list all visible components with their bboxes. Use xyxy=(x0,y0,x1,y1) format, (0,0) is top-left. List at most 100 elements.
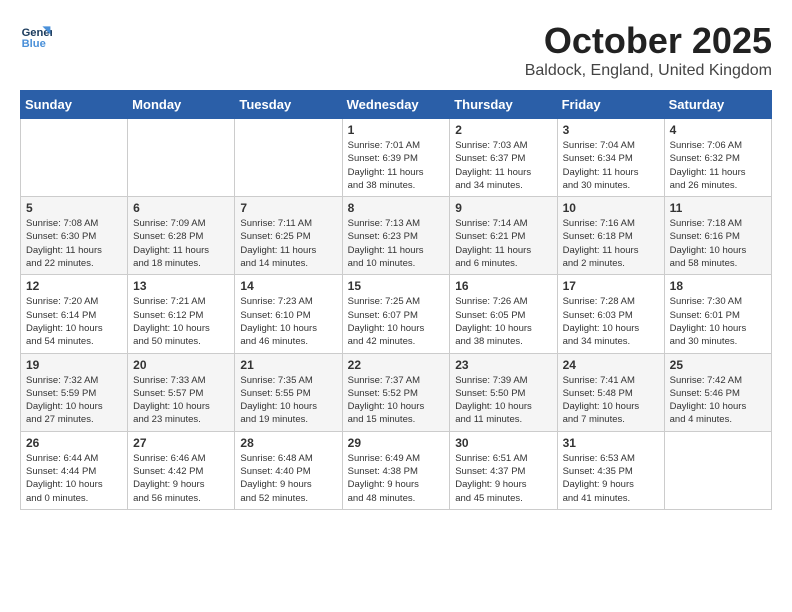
day-number: 2 xyxy=(455,123,551,137)
day-info: Sunrise: 7:25 AM Sunset: 6:07 PM Dayligh… xyxy=(348,295,445,348)
day-number: 12 xyxy=(26,279,122,293)
location-title: Baldock, England, United Kingdom xyxy=(525,62,772,80)
calendar-cell: 12 Sunrise: 7:20 AM Sunset: 6:14 PM Dayli… xyxy=(21,275,128,353)
weekday-header-friday: Friday xyxy=(557,91,664,119)
calendar-cell: 10 Sunrise: 7:16 AM Sunset: 6:18 PM Dayli… xyxy=(557,197,664,275)
day-number: 11 xyxy=(670,201,766,215)
calendar-cell: 6 Sunrise: 7:09 AM Sunset: 6:28 PM Daylig… xyxy=(128,197,235,275)
day-info: Sunrise: 7:32 AM Sunset: 5:59 PM Dayligh… xyxy=(26,374,122,427)
day-info: Sunrise: 7:18 AM Sunset: 6:16 PM Dayligh… xyxy=(670,217,766,270)
calendar-cell: 25 Sunrise: 7:42 AM Sunset: 5:46 PM Dayli… xyxy=(664,353,771,431)
calendar-cell: 24Sunrise: 7:41 AM Sunset: 5:48 PM Dayli… xyxy=(557,353,664,431)
weekday-header-sunday: Sunday xyxy=(21,91,128,119)
day-info: Sunrise: 7:03 AM Sunset: 6:37 PM Dayligh… xyxy=(455,139,551,192)
day-info: Sunrise: 7:08 AM Sunset: 6:30 PM Dayligh… xyxy=(26,217,122,270)
day-number: 18 xyxy=(670,279,766,293)
weekday-header-monday: Monday xyxy=(128,91,235,119)
day-number: 10 xyxy=(563,201,659,215)
day-number: 5 xyxy=(26,201,122,215)
calendar-cell: 17 Sunrise: 7:28 AM Sunset: 6:03 PM Dayli… xyxy=(557,275,664,353)
calendar-cell: 18Sunrise: 7:30 AM Sunset: 6:01 PM Dayli… xyxy=(664,275,771,353)
day-number: 3 xyxy=(563,123,659,137)
day-number: 19 xyxy=(26,358,122,372)
calendar-cell: 15 Sunrise: 7:25 AM Sunset: 6:07 PM Dayli… xyxy=(342,275,450,353)
logo-icon: General Blue xyxy=(20,20,52,52)
weekday-header-wednesday: Wednesday xyxy=(342,91,450,119)
day-info: Sunrise: 7:26 AM Sunset: 6:05 PM Dayligh… xyxy=(455,295,551,348)
week-row-2: 5 Sunrise: 7:08 AM Sunset: 6:30 PM Daylig… xyxy=(21,197,772,275)
calendar-cell xyxy=(21,119,128,197)
calendar-cell: 9 Sunrise: 7:14 AM Sunset: 6:21 PM Daylig… xyxy=(450,197,557,275)
day-info: Sunrise: 7:16 AM Sunset: 6:18 PM Dayligh… xyxy=(563,217,659,270)
day-number: 14 xyxy=(240,279,336,293)
day-number: 7 xyxy=(240,201,336,215)
day-info: Sunrise: 7:39 AM Sunset: 5:50 PM Dayligh… xyxy=(455,374,551,427)
day-info: Sunrise: 6:48 AM Sunset: 4:40 PM Dayligh… xyxy=(240,452,336,505)
calendar-cell: 16 Sunrise: 7:26 AM Sunset: 6:05 PM Dayli… xyxy=(450,275,557,353)
day-number: 16 xyxy=(455,279,551,293)
day-number: 30 xyxy=(455,436,551,450)
calendar-cell: 3Sunrise: 7:04 AM Sunset: 6:34 PM Daylig… xyxy=(557,119,664,197)
day-number: 4 xyxy=(670,123,766,137)
week-row-3: 12 Sunrise: 7:20 AM Sunset: 6:14 PM Dayli… xyxy=(21,275,772,353)
day-number: 13 xyxy=(133,279,229,293)
weekday-header-tuesday: Tuesday xyxy=(235,91,342,119)
day-info: Sunrise: 6:46 AM Sunset: 4:42 PM Dayligh… xyxy=(133,452,229,505)
calendar-cell xyxy=(235,119,342,197)
day-number: 8 xyxy=(348,201,445,215)
day-info: Sunrise: 7:21 AM Sunset: 6:12 PM Dayligh… xyxy=(133,295,229,348)
month-title: October 2025 xyxy=(525,20,772,62)
calendar-cell: 29Sunrise: 6:49 AM Sunset: 4:38 PM Dayli… xyxy=(342,431,450,509)
calendar: SundayMondayTuesdayWednesdayThursdayFrid… xyxy=(20,90,772,510)
calendar-cell: 30 Sunrise: 6:51 AM Sunset: 4:37 PM Dayli… xyxy=(450,431,557,509)
calendar-cell: 1Sunrise: 7:01 AM Sunset: 6:39 PM Daylig… xyxy=(342,119,450,197)
calendar-cell: 20Sunrise: 7:33 AM Sunset: 5:57 PM Dayli… xyxy=(128,353,235,431)
day-info: Sunrise: 7:11 AM Sunset: 6:25 PM Dayligh… xyxy=(240,217,336,270)
day-info: Sunrise: 7:06 AM Sunset: 6:32 PM Dayligh… xyxy=(670,139,766,192)
week-row-1: 1Sunrise: 7:01 AM Sunset: 6:39 PM Daylig… xyxy=(21,119,772,197)
calendar-cell: 8 Sunrise: 7:13 AM Sunset: 6:23 PM Daylig… xyxy=(342,197,450,275)
calendar-cell xyxy=(128,119,235,197)
day-number: 20 xyxy=(133,358,229,372)
day-number: 6 xyxy=(133,201,229,215)
calendar-cell: 27 Sunrise: 6:46 AM Sunset: 4:42 PM Dayli… xyxy=(128,431,235,509)
day-info: Sunrise: 7:14 AM Sunset: 6:21 PM Dayligh… xyxy=(455,217,551,270)
calendar-cell: 5 Sunrise: 7:08 AM Sunset: 6:30 PM Daylig… xyxy=(21,197,128,275)
week-row-4: 19 Sunrise: 7:32 AM Sunset: 5:59 PM Dayli… xyxy=(21,353,772,431)
day-number: 25 xyxy=(670,358,766,372)
day-number: 1 xyxy=(348,123,445,137)
logo: General Blue xyxy=(20,20,52,52)
day-number: 27 xyxy=(133,436,229,450)
calendar-cell: 23Sunrise: 7:39 AM Sunset: 5:50 PM Dayli… xyxy=(450,353,557,431)
day-info: Sunrise: 7:23 AM Sunset: 6:10 PM Dayligh… xyxy=(240,295,336,348)
calendar-cell: 2 Sunrise: 7:03 AM Sunset: 6:37 PM Daylig… xyxy=(450,119,557,197)
day-number: 9 xyxy=(455,201,551,215)
calendar-cell: 19 Sunrise: 7:32 AM Sunset: 5:59 PM Dayli… xyxy=(21,353,128,431)
week-row-5: 26Sunrise: 6:44 AM Sunset: 4:44 PM Dayli… xyxy=(21,431,772,509)
day-info: Sunrise: 7:09 AM Sunset: 6:28 PM Dayligh… xyxy=(133,217,229,270)
day-number: 28 xyxy=(240,436,336,450)
svg-text:Blue: Blue xyxy=(22,38,46,50)
day-info: Sunrise: 6:51 AM Sunset: 4:37 PM Dayligh… xyxy=(455,452,551,505)
day-number: 21 xyxy=(240,358,336,372)
day-info: Sunrise: 7:42 AM Sunset: 5:46 PM Dayligh… xyxy=(670,374,766,427)
calendar-cell: 4 Sunrise: 7:06 AM Sunset: 6:32 PM Daylig… xyxy=(664,119,771,197)
day-info: Sunrise: 7:37 AM Sunset: 5:52 PM Dayligh… xyxy=(348,374,445,427)
calendar-cell: 14 Sunrise: 7:23 AM Sunset: 6:10 PM Dayli… xyxy=(235,275,342,353)
title-area: October 2025 Baldock, England, United Ki… xyxy=(525,20,772,80)
weekday-header-row: SundayMondayTuesdayWednesdayThursdayFrid… xyxy=(21,91,772,119)
calendar-cell: 28 Sunrise: 6:48 AM Sunset: 4:40 PM Dayli… xyxy=(235,431,342,509)
calendar-cell: 26Sunrise: 6:44 AM Sunset: 4:44 PM Dayli… xyxy=(21,431,128,509)
calendar-cell: 11 Sunrise: 7:18 AM Sunset: 6:16 PM Dayli… xyxy=(664,197,771,275)
day-info: Sunrise: 7:41 AM Sunset: 5:48 PM Dayligh… xyxy=(563,374,659,427)
calendar-cell xyxy=(664,431,771,509)
day-info: Sunrise: 6:44 AM Sunset: 4:44 PM Dayligh… xyxy=(26,452,122,505)
day-info: Sunrise: 7:13 AM Sunset: 6:23 PM Dayligh… xyxy=(348,217,445,270)
day-info: Sunrise: 7:28 AM Sunset: 6:03 PM Dayligh… xyxy=(563,295,659,348)
day-info: Sunrise: 7:35 AM Sunset: 5:55 PM Dayligh… xyxy=(240,374,336,427)
day-number: 17 xyxy=(563,279,659,293)
day-info: Sunrise: 6:49 AM Sunset: 4:38 PM Dayligh… xyxy=(348,452,445,505)
calendar-cell: 22Sunrise: 7:37 AM Sunset: 5:52 PM Dayli… xyxy=(342,353,450,431)
day-info: Sunrise: 7:20 AM Sunset: 6:14 PM Dayligh… xyxy=(26,295,122,348)
day-number: 15 xyxy=(348,279,445,293)
